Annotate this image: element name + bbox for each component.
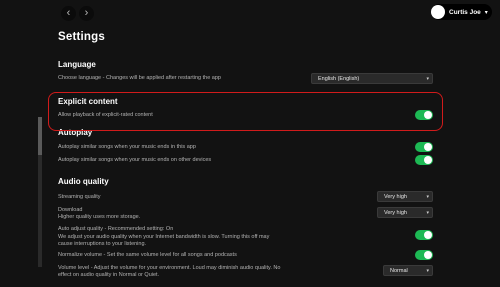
volume-level-select[interactable]: Normal ▾: [383, 265, 433, 276]
explicit-content-highlight: [48, 92, 443, 131]
language-heading: Language: [58, 60, 96, 69]
language-select[interactable]: English (English) ▾: [311, 73, 433, 84]
auto-adjust-desc-2: cause interruptions to your listening.: [58, 241, 147, 247]
caret-down-icon: ▾: [484, 9, 488, 16]
auto-adjust-toggle[interactable]: [415, 230, 433, 240]
avatar: [431, 5, 445, 19]
volume-level-label-1: Volume level - Adjust the volume for you…: [58, 265, 281, 271]
normalize-volume-label: Normalize volume - Set the same volume l…: [58, 252, 237, 258]
download-label: Download: [58, 207, 83, 213]
autoplay-app-toggle[interactable]: [415, 142, 433, 152]
user-menu-button[interactable]: Curtis Joe ▾: [431, 4, 492, 20]
scrollbar-thumb[interactable]: [38, 117, 42, 155]
normalize-volume-toggle[interactable]: [415, 250, 433, 260]
back-button[interactable]: ‹: [61, 6, 76, 21]
chevron-down-icon: ▾: [426, 267, 429, 274]
autoplay-devices-label: Autoplay similar songs when your music e…: [58, 157, 212, 163]
download-quality-select[interactable]: Very high ▾: [377, 207, 433, 218]
auto-adjust-title: Auto adjust quality - Recommended settin…: [58, 226, 174, 232]
autoplay-app-label: Autoplay similar songs when your music e…: [58, 144, 196, 150]
auto-adjust-desc-1: We adjust your audio quality when your I…: [58, 234, 270, 240]
chevron-down-icon: ▾: [426, 193, 429, 200]
download-quality-value: Very high: [384, 209, 407, 216]
forward-button[interactable]: ›: [79, 6, 94, 21]
language-select-value: English (English): [318, 75, 360, 82]
download-sublabel: Higher quality uses more storage.: [58, 214, 141, 220]
user-name: Curtis Joe: [449, 8, 481, 16]
chevron-right-icon: ›: [84, 7, 89, 19]
chevron-left-icon: ‹: [66, 7, 71, 19]
streaming-quality-label: Streaming quality: [58, 194, 101, 200]
chevron-down-icon: ▾: [426, 75, 429, 82]
page-title: Settings: [58, 31, 105, 43]
autoplay-devices-toggle[interactable]: [415, 155, 433, 165]
streaming-quality-value: Very high: [384, 193, 407, 200]
chevron-down-icon: ▾: [426, 209, 429, 216]
audio-quality-heading: Audio quality: [58, 177, 109, 186]
language-label: Choose language - Changes will be applie…: [58, 75, 221, 81]
volume-level-label-2: effect on audio quality in Normal or Qui…: [58, 272, 160, 278]
volume-level-value: Normal: [390, 267, 408, 274]
streaming-quality-select[interactable]: Very high ▾: [377, 191, 433, 202]
